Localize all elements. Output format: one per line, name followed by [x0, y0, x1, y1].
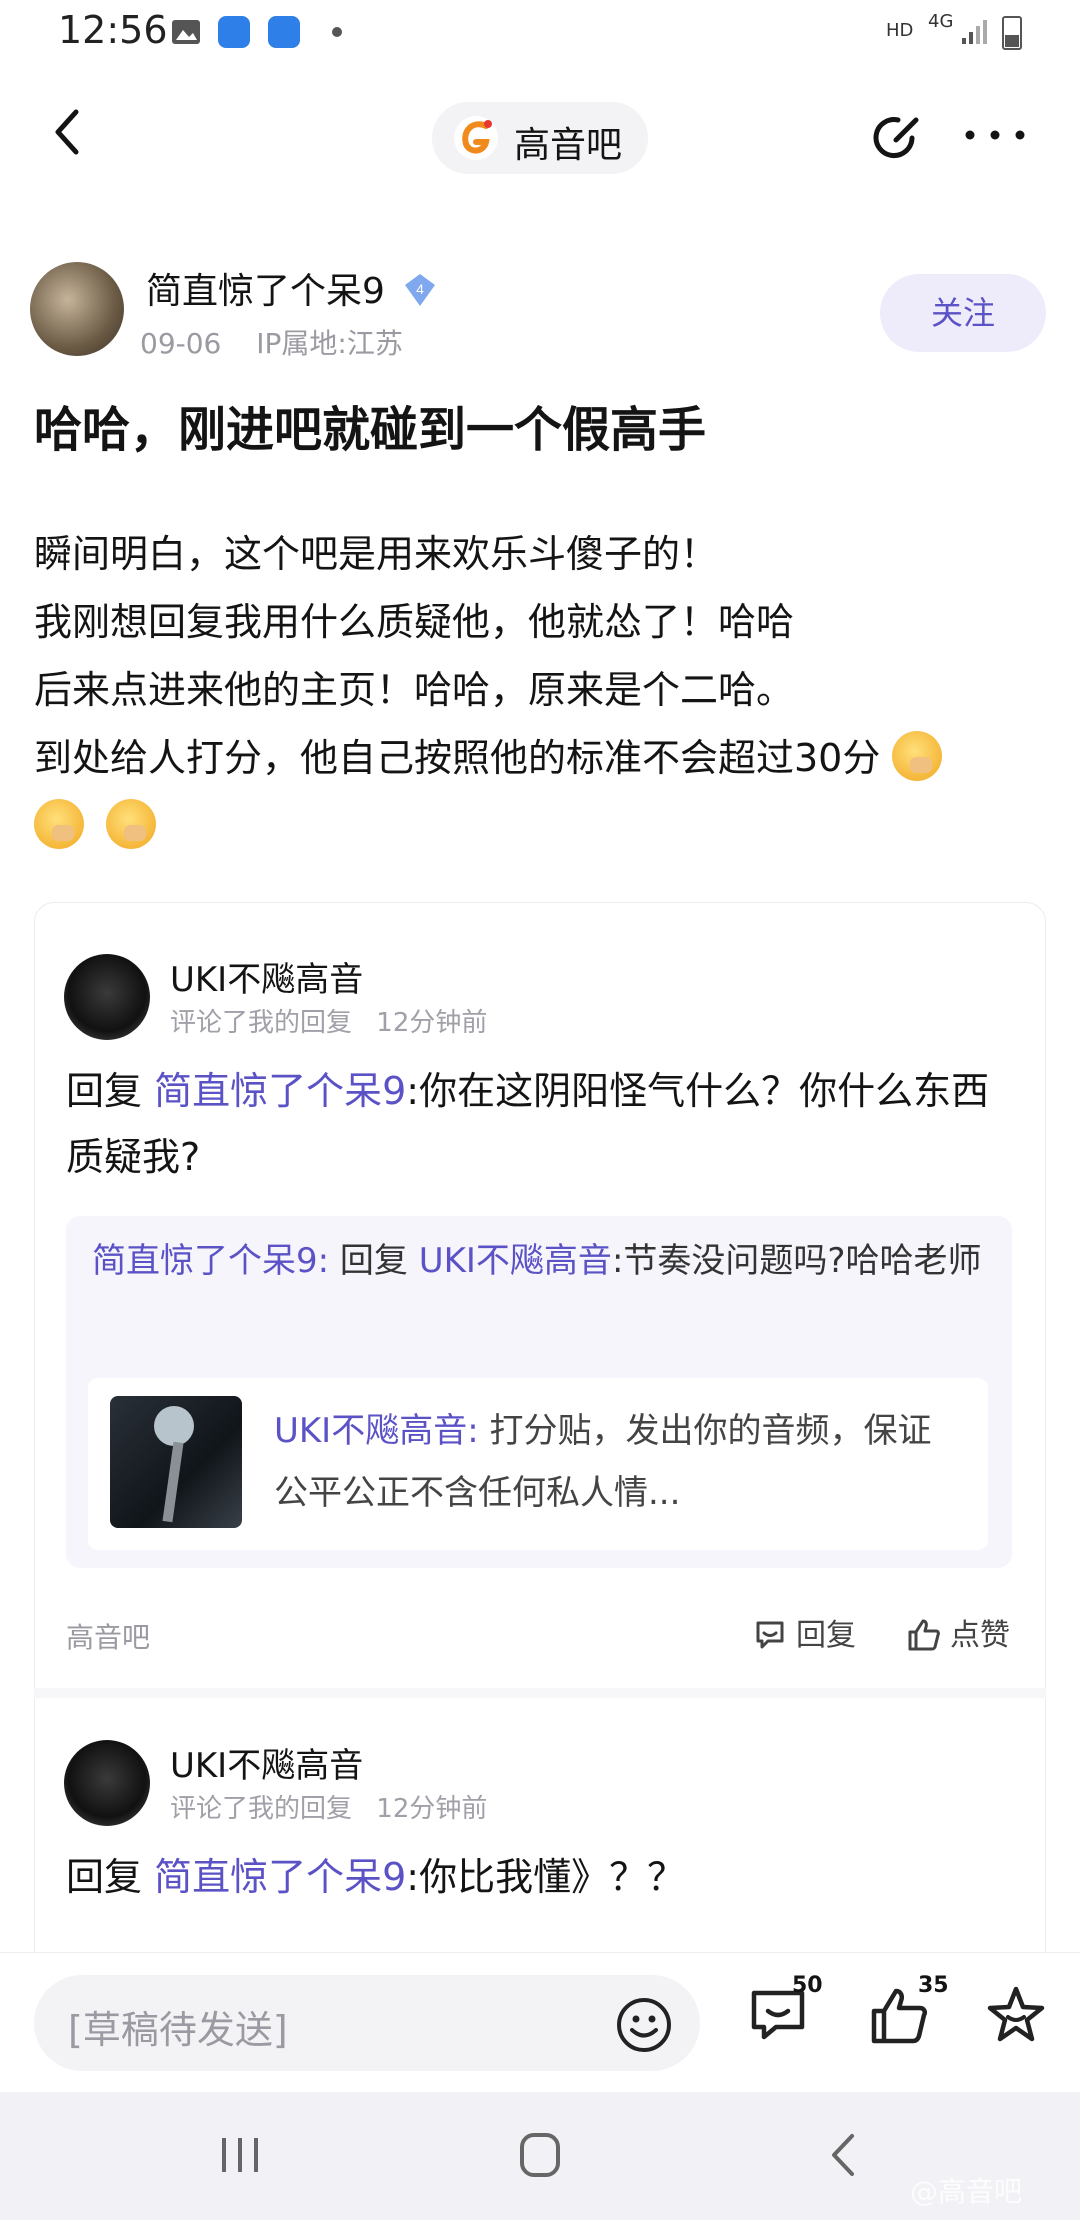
commenter-name[interactable]: UKI不飚高音: [170, 1738, 363, 1787]
post-body-line: 后来点进来他的主页！哈哈，原来是个二哈。: [34, 668, 795, 712]
commenter-avatar[interactable]: [64, 954, 150, 1040]
status-bar: 12:56 HD 4G: [0, 0, 1080, 64]
commenter-name[interactable]: UKI不飚高音: [170, 952, 363, 1001]
recent-apps-icon[interactable]: [210, 2130, 270, 2180]
post-body-line: 我刚想回复我用什么质疑他，他就怂了！哈哈: [34, 600, 795, 644]
level-badge-icon: 4: [405, 274, 435, 306]
follow-button[interactable]: 关注: [880, 274, 1046, 352]
bottom-action-bar: [草稿待发送] 50 35: [0, 1952, 1080, 2092]
post-ip-location: IP属地:江苏: [256, 327, 403, 360]
battery-icon: [1002, 16, 1022, 50]
reply-label: 回复: [796, 1618, 856, 1653]
like-count: 35: [918, 1973, 949, 1998]
post-body-line: 瞬间明白，这个吧是用来欢乐斗傻子的！: [34, 532, 719, 576]
hd-indicator: HD: [886, 20, 914, 41]
signal-icon: [962, 20, 987, 44]
quoted-reply-text: 简直惊了个呆9: 回复 UKI不飚高音:节奏没问题吗?哈哈老师: [92, 1230, 992, 1292]
watermark: @高音吧: [910, 2175, 1023, 2208]
comment-time: 12分钟前: [376, 1794, 488, 1824]
back-icon[interactable]: [40, 102, 100, 162]
mention-link[interactable]: 简直惊了个呆9:: [92, 1241, 329, 1281]
author-name[interactable]: 简直惊了个呆9: [146, 262, 385, 314]
comment-divider: [34, 1688, 1046, 1698]
mention-link[interactable]: 简直惊了个呆9: [154, 1855, 406, 1899]
post-body-line: 到处给人打分，他自己按照他的标准不会超过30分: [34, 736, 881, 780]
reply-icon: [756, 1621, 784, 1649]
nav-back-icon[interactable]: [816, 2130, 876, 2180]
comment-body: :你比我懂》？？: [406, 1855, 686, 1899]
forum-name: 高音吧: [514, 125, 623, 166]
referenced-post[interactable]: UKI不飚高音: 打分贴，发出你的音频，保证公平公正不含任何私人情...: [88, 1378, 988, 1550]
like-label: 点赞: [950, 1618, 1010, 1653]
post-body-line-with-emoji: 到处给人打分，他自己按照他的标准不会超过30分: [34, 724, 1054, 792]
emoji-icon[interactable]: [614, 1995, 674, 2055]
forum-pill[interactable]: 高音吧: [432, 102, 648, 174]
image-icon: [172, 20, 200, 44]
like-button[interactable]: 点赞: [906, 1610, 1010, 1654]
quoted-body: :节奏没问题吗?哈哈老师: [611, 1241, 982, 1281]
wifi-call-icon: [268, 16, 300, 48]
forum-logo-icon: [454, 116, 498, 160]
reply-button[interactable]: 回复: [752, 1610, 856, 1654]
reply-prefix: 回复: [66, 1069, 143, 1113]
emoji-row: [34, 792, 1054, 860]
notification-dot-icon: [332, 27, 342, 37]
commenter-avatar[interactable]: [64, 1740, 150, 1826]
author-avatar[interactable]: [30, 262, 124, 356]
star-icon[interactable]: [984, 1983, 1048, 2047]
comment-action: 评论了我的回复: [170, 1008, 353, 1038]
more-icon[interactable]: [960, 120, 1030, 150]
comment-time: 12分钟前: [376, 1008, 488, 1038]
mention-link[interactable]: UKI不飚高音: [419, 1241, 612, 1281]
top-header: 高音吧: [0, 80, 1080, 190]
post-title: 哈哈，刚进吧就碰到一个假高手: [34, 402, 707, 458]
comment-text[interactable]: 回复 简直惊了个呆9:你比我懂》？？: [66, 1844, 1006, 1910]
microphone-thumbnail: [110, 1396, 242, 1528]
post-meta: 09-06 IP属地:江苏: [140, 322, 429, 362]
comment-meta: 评论了我的回复 12分钟前: [170, 1002, 503, 1039]
comment-text[interactable]: 回复 简直惊了个呆9:你在这阴阳怪气什么？你什么东西质疑我?: [66, 1058, 1006, 1190]
reply-prefix: 回复: [339, 1241, 408, 1281]
reply-prefix: 回复: [66, 1855, 143, 1899]
mention-link[interactable]: 简直惊了个呆9: [154, 1069, 406, 1113]
mention-link[interactable]: UKI不飚高音:: [274, 1411, 479, 1451]
forum-tag[interactable]: 高音吧: [66, 1616, 150, 1656]
status-time: 12:56: [58, 8, 168, 52]
post-body: 瞬间明白，这个吧是用来欢乐斗傻子的！ 我刚想回复我用什么质疑他，他就怂了！哈哈 …: [34, 520, 1054, 860]
post-date: 09-06: [140, 327, 222, 360]
thumbs-up-icon: [908, 1619, 940, 1651]
quoted-reply[interactable]: 简直惊了个呆9: 回复 UKI不飚高音:节奏没问题吗?哈哈老师 UKI不飚高音:…: [66, 1216, 1012, 1568]
cover-mouth-emoji-icon: [106, 799, 157, 849]
cover-mouth-emoji-icon: [34, 799, 84, 849]
referenced-post-text: UKI不飚高音: 打分贴，发出你的音频，保证公平公正不含任何私人情...: [274, 1400, 964, 1524]
network-indicator: 4G: [928, 11, 954, 32]
comment-action: 评论了我的回复: [170, 1794, 353, 1824]
edit-icon[interactable]: [868, 108, 928, 168]
home-icon[interactable]: [510, 2130, 570, 2180]
draft-input[interactable]: [草稿待发送]: [34, 1975, 700, 2071]
draft-placeholder: [草稿待发送]: [68, 2008, 288, 2052]
comment-meta: 评论了我的回复 12分钟前: [170, 1788, 503, 1825]
level-number: 4: [416, 281, 424, 297]
comment-count: 50: [792, 1973, 823, 1998]
wifi-call-icon: [218, 16, 250, 48]
cover-mouth-emoji-icon: [892, 731, 943, 781]
